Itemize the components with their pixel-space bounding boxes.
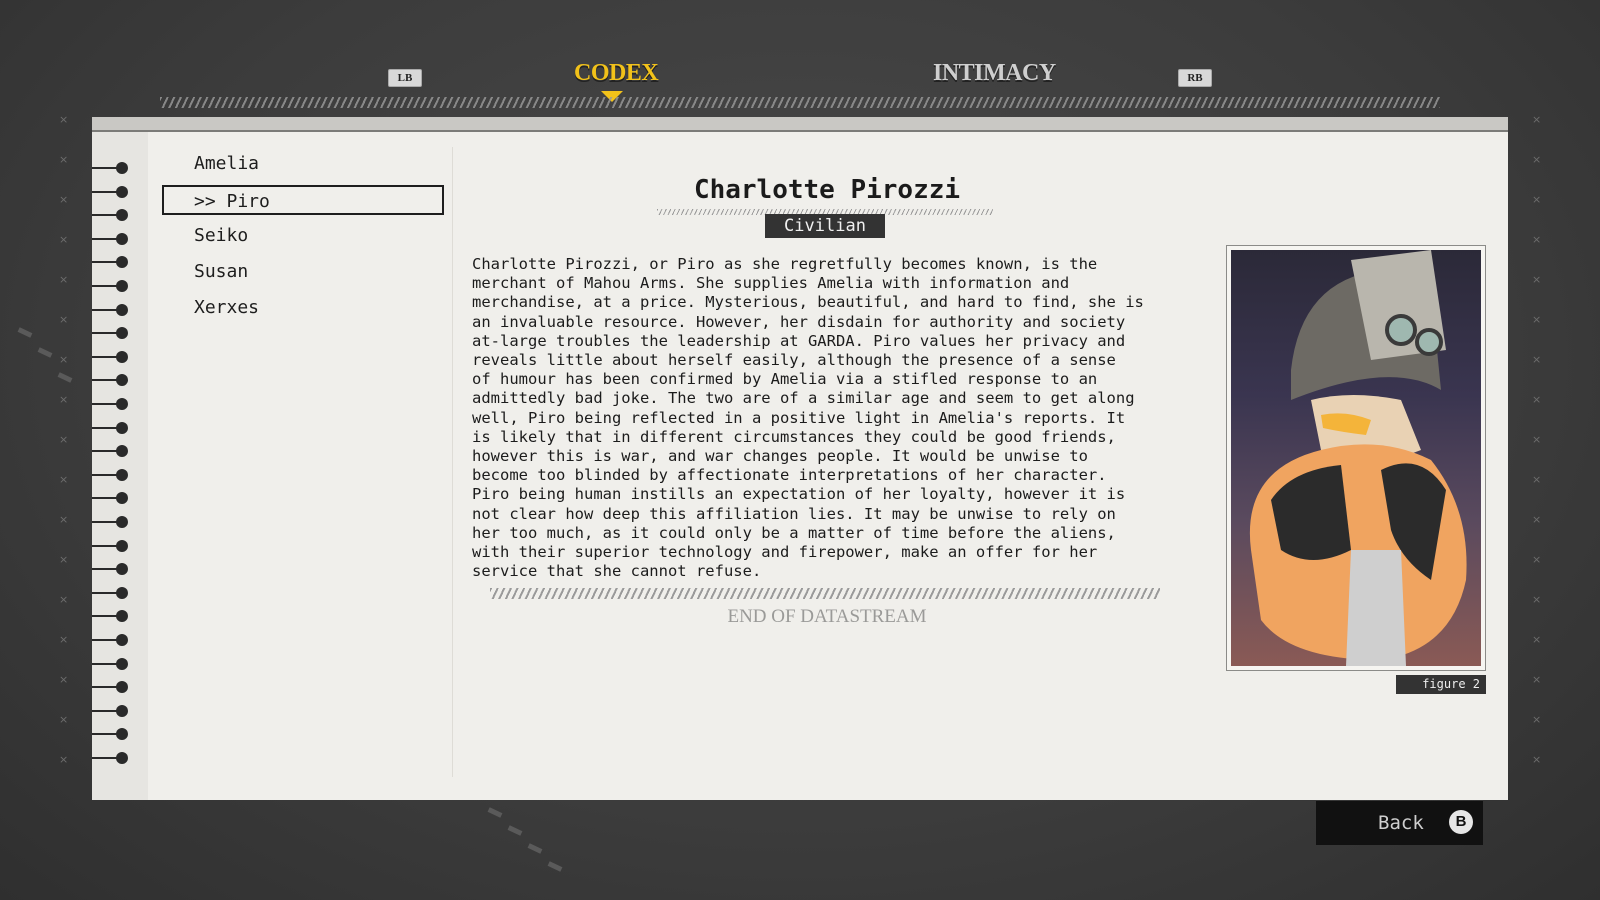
- binder-ring-icon: [92, 752, 128, 764]
- binder-ring-icon: [92, 705, 128, 717]
- binder-ring-icon: [92, 728, 128, 740]
- binder-ring-icon: [92, 304, 128, 316]
- binder-ring-icon: [92, 280, 128, 292]
- role-badge: Civilian: [765, 214, 885, 238]
- binder-ring-icon: [92, 469, 128, 481]
- binder-ring-icon: [92, 445, 128, 457]
- panel-top-bar: [92, 117, 1508, 132]
- binder-ring-icon: [92, 610, 128, 622]
- character-item-amelia[interactable]: Amelia: [162, 149, 444, 179]
- end-of-datastream-label: END OF DATASTREAM: [727, 606, 927, 627]
- binder-ring-icon: [92, 540, 128, 552]
- tab-codex[interactable]: CODEX: [574, 60, 659, 87]
- binder-ring-icon: [92, 351, 128, 363]
- character-list: Amelia >> Piro Seiko Susan Xerxes: [162, 149, 444, 329]
- entry-bio: Charlotte Pirozzi, or Piro as she regret…: [472, 255, 1144, 581]
- character-item-susan[interactable]: Susan: [162, 257, 444, 287]
- binder-ring-icon: [92, 162, 128, 174]
- figure-caption: figure 2: [1396, 675, 1486, 694]
- notebook-spine: [92, 132, 148, 800]
- character-item-xerxes[interactable]: Xerxes: [162, 293, 444, 323]
- binder-ring-icon: [92, 256, 128, 268]
- binder-ring-icon: [92, 681, 128, 693]
- binder-ring-icon: [92, 209, 128, 221]
- binder-ring-icon: [92, 398, 128, 410]
- tab-divider-hatch: [160, 97, 1440, 108]
- back-button[interactable]: Back B: [1316, 801, 1483, 845]
- character-item-seiko[interactable]: Seiko: [162, 221, 444, 251]
- binder-ring-icon: [92, 492, 128, 504]
- binder-ring-icon: [92, 563, 128, 575]
- character-portrait: [1231, 250, 1481, 666]
- tab-intimacy[interactable]: INTIMACY: [933, 60, 1056, 87]
- binder-ring-icon: [92, 634, 128, 646]
- b-button-icon: B: [1449, 810, 1473, 834]
- bio-end-hatch: [490, 588, 1160, 599]
- character-item-piro[interactable]: >> Piro: [162, 185, 444, 215]
- entry-title: Charlotte Pirozzi: [693, 175, 961, 205]
- portrait-frame: [1226, 245, 1486, 671]
- back-button-label: Back: [1378, 812, 1424, 834]
- binder-ring-icon: [92, 516, 128, 528]
- lb-button[interactable]: LB: [388, 69, 422, 87]
- binder-ring-icon: [92, 374, 128, 386]
- column-divider: [452, 147, 453, 777]
- tab-bar: LB CODEX INTIMACY RB: [0, 0, 1600, 120]
- binder-ring-icon: [92, 233, 128, 245]
- binder-ring-icon: [92, 587, 128, 599]
- binder-ring-icon: [92, 186, 128, 198]
- binder-ring-icon: [92, 327, 128, 339]
- codex-panel: Amelia >> Piro Seiko Susan Xerxes Charlo…: [92, 117, 1508, 800]
- binder-ring-icon: [92, 658, 128, 670]
- rb-button[interactable]: RB: [1178, 69, 1212, 87]
- binder-ring-icon: [92, 422, 128, 434]
